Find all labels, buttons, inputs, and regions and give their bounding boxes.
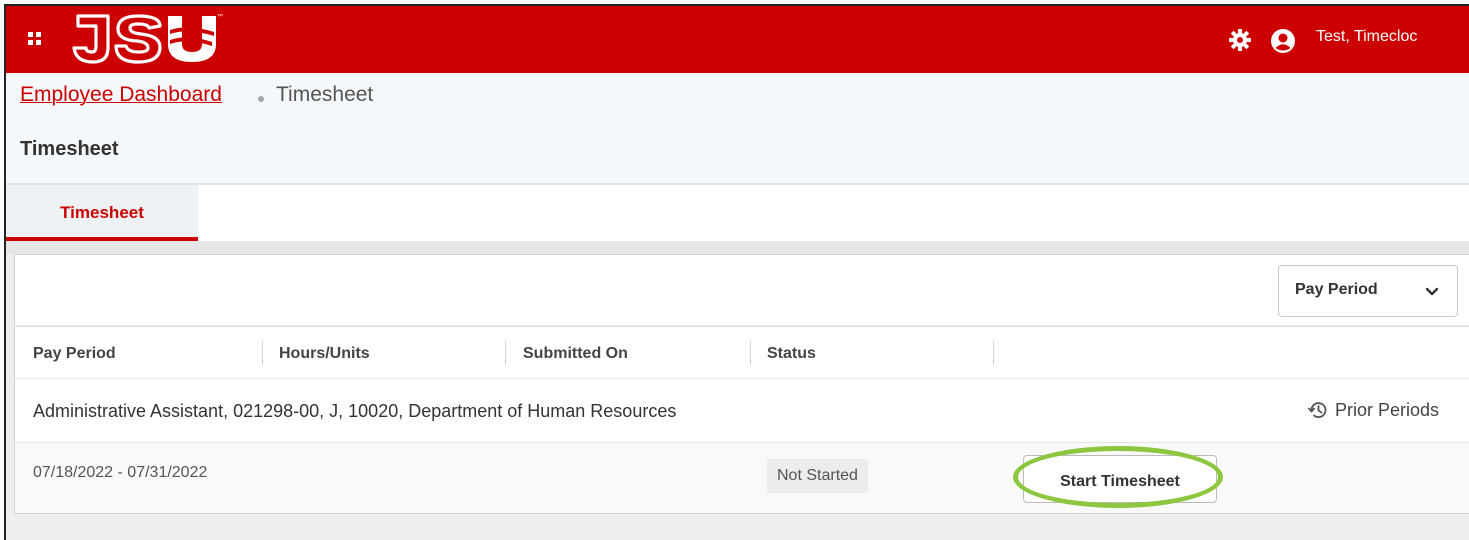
prior-periods-link[interactable]: Prior Periods (1307, 399, 1439, 421)
chevron-down-icon (1425, 287, 1439, 296)
history-icon (1307, 402, 1327, 418)
job-title: Administrative Assistant, 021298-00, J, … (33, 401, 677, 421)
column-header-status[interactable]: Status (767, 345, 816, 363)
tab-bar: Timesheet (6, 185, 1469, 241)
tab-divider (6, 241, 1469, 254)
top-header: ™ Test, Timecloc (6, 6, 1469, 73)
column-header-hours-units[interactable]: Hours/Units (279, 345, 370, 363)
page-title-bar: Timesheet (6, 119, 1469, 185)
breadcrumb-employee-dashboard-link[interactable]: Employee Dashboard (20, 83, 222, 107)
column-separator (262, 341, 263, 365)
status-badge: Not Started (767, 459, 868, 493)
column-separator (993, 341, 994, 365)
user-icon[interactable] (1270, 28, 1296, 54)
breadcrumb-current: Timesheet (276, 83, 374, 106)
svg-text:™: ™ (217, 13, 223, 20)
table-header-row: Pay Period Hours/Units Submitted On Stat… (15, 327, 1469, 379)
gear-icon[interactable] (1228, 28, 1252, 52)
start-timesheet-button[interactable]: Start Timesheet (1023, 455, 1217, 503)
column-header-pay-period[interactable]: Pay Period (33, 345, 116, 363)
job-row: Administrative Assistant, 021298-00, J, … (15, 379, 1469, 443)
prior-periods-label: Prior Periods (1335, 399, 1440, 420)
column-separator (505, 341, 506, 365)
pay-period-select-value: Pay Period (1295, 281, 1378, 298)
tab-timesheet-label: Timesheet (60, 203, 144, 222)
column-separator (750, 341, 751, 365)
jsu-logo[interactable]: ™ (64, 10, 224, 66)
pay-period-dates: 07/18/2022 - 07/31/2022 (33, 464, 208, 481)
page-title: Timesheet (20, 138, 119, 160)
pay-period-select[interactable]: Pay Period (1278, 265, 1458, 317)
filter-row: Pay Period (15, 255, 1469, 327)
breadcrumb-separator (258, 96, 264, 102)
user-name[interactable]: Test, Timecloc (1316, 28, 1417, 46)
column-header-submitted-on[interactable]: Submitted On (523, 345, 628, 363)
table-row: 07/18/2022 - 07/31/2022 Not Started Star… (15, 443, 1469, 513)
apps-grid-icon[interactable] (28, 32, 42, 46)
timesheet-card: Pay Period Pay Period Hours/Units Submit… (14, 254, 1469, 514)
breadcrumb: Employee Dashboard Timesheet (6, 73, 1469, 120)
tab-timesheet[interactable]: Timesheet (6, 185, 198, 241)
app-frame: ™ Test, Timecloc Employee Dashboard Time… (4, 4, 1469, 540)
